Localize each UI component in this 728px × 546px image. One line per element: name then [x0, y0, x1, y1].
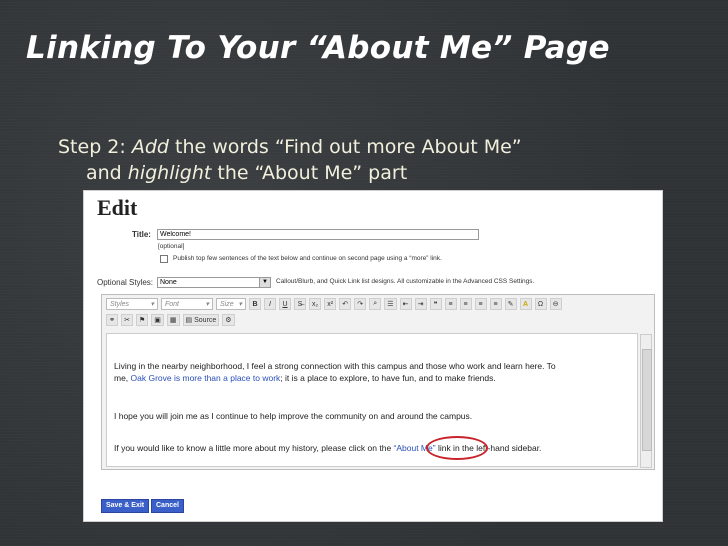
toolbar-row-2: ⚭ ✂ ⚑ ▣ ▦ ▤ Source ⚙: [106, 313, 235, 327]
editor-content[interactable]: Living in the nearby neighborhood, I fee…: [106, 333, 652, 468]
slide-title: Linking To Your “About Me” Page: [26, 30, 610, 66]
italic-button[interactable]: I: [264, 298, 276, 310]
strikethrough-icon[interactable]: S̶: [294, 298, 306, 310]
unlink-icon[interactable]: ✂: [121, 314, 133, 326]
highlight-circle: [426, 436, 488, 460]
redo-icon[interactable]: ↷: [354, 298, 367, 310]
styles-hint: Callout/Blurb, and Quick Link list desig…: [276, 278, 535, 285]
editor-scrollbar[interactable]: [640, 334, 652, 468]
align-justify-icon[interactable]: ≡: [489, 298, 502, 310]
cancel-button[interactable]: Cancel: [151, 499, 184, 513]
underline-button[interactable]: U: [279, 298, 291, 310]
align-center-icon[interactable]: ≡: [459, 298, 472, 310]
size-combo[interactable]: Size ▾: [216, 298, 246, 310]
title-input[interactable]: [157, 229, 479, 240]
source-icon: ▤: [185, 317, 193, 324]
subscript-icon[interactable]: x₂: [309, 298, 322, 310]
rich-text-editor: Styles ▾ Font ▾ Size ▾ B I U S̶ x₂ x² ↶ ↷ ⌕…: [101, 294, 655, 470]
anchor-icon[interactable]: ⚑: [136, 314, 149, 326]
save-exit-button[interactable]: Save & Exit: [101, 499, 150, 513]
blockquote-icon[interactable]: ❝: [429, 298, 442, 310]
optional-styles-label: Optional Styles:: [97, 278, 154, 287]
paint-icon[interactable]: ✎: [504, 298, 517, 310]
source-button[interactable]: ▤ Source: [182, 314, 220, 326]
font-combo[interactable]: Font ▾: [161, 298, 213, 310]
step-highlight-word: highlight: [127, 162, 212, 184]
chevron-down-icon: ▾: [205, 301, 209, 308]
paragraph-2: I hope you will join me as I continue to…: [114, 411, 473, 421]
list-icon[interactable]: ☰: [384, 298, 397, 310]
superscript-icon[interactable]: x²: [324, 298, 337, 310]
chevron-down-icon: ▾: [150, 301, 154, 308]
chevron-down-icon: ▼: [259, 278, 270, 287]
align-right-icon[interactable]: ≡: [474, 298, 487, 310]
remove-format-icon[interactable]: ⊖: [549, 298, 562, 310]
image-icon[interactable]: ▣: [151, 314, 164, 326]
find-icon[interactable]: ⌕: [369, 298, 382, 310]
toolbar-row-1: Styles ▾ Font ▾ Size ▾ B I U S̶ x₂ x² ↶ ↷ ⌕…: [106, 297, 562, 311]
publish-text: Publish top few sentences of the text be…: [173, 255, 442, 262]
special-char-icon[interactable]: Ω: [534, 298, 547, 310]
bold-button[interactable]: B: [249, 298, 261, 310]
table-icon[interactable]: ▦: [166, 314, 180, 326]
scrollbar-thumb[interactable]: [642, 349, 652, 451]
align-left-icon[interactable]: ≡: [444, 298, 457, 310]
undo-icon[interactable]: ↶: [339, 298, 352, 310]
publish-checkbox[interactable]: [160, 255, 168, 263]
styles-combo[interactable]: Styles ▾: [106, 298, 158, 310]
optional-styles-select[interactable]: None ▼: [157, 277, 271, 288]
chevron-down-icon: ▾: [238, 301, 242, 308]
outdent-icon[interactable]: ⇤: [399, 298, 412, 310]
paragraph-1: Living in the nearby neighborhood, I fee…: [114, 361, 556, 383]
link-icon[interactable]: ⚭: [106, 314, 118, 326]
title-label: Title:: [132, 230, 151, 239]
text-color-icon[interactable]: A: [519, 298, 532, 310]
edit-heading: Edit: [97, 195, 138, 220]
optional-note: [optional]: [158, 243, 185, 250]
settings-icon[interactable]: ⚙: [222, 314, 235, 326]
step-instruction: Step 2: Add the words “Find out more Abo…: [58, 136, 522, 184]
step-add-word: Add: [131, 136, 169, 158]
indent-icon[interactable]: ⇥: [414, 298, 427, 310]
editor-screenshot: Edit Title: [optional] Publish top few s…: [83, 190, 663, 522]
oak-grove-link[interactable]: Oak Grove is more than a place to work: [131, 373, 281, 383]
